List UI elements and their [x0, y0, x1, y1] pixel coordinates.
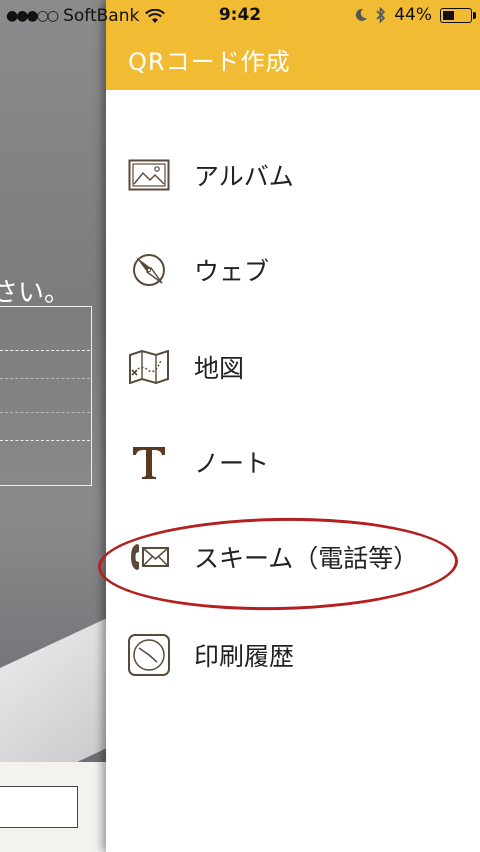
background-dashed-line — [0, 440, 90, 441]
menu-item-map[interactable]: 地図 — [106, 337, 480, 397]
background-frame — [0, 306, 92, 486]
menu-item-label: ウェブ — [194, 257, 270, 286]
photo-album-icon — [126, 152, 172, 198]
background-text-fragment: さい。 — [0, 278, 71, 308]
status-bar: ●●●○○ SoftBank 9:42 44% — [0, 0, 480, 32]
menu-item-label: アルバム — [194, 162, 294, 191]
battery-fill — [443, 10, 454, 20]
drawer-title: QRコード作成 — [128, 48, 291, 76]
clock-icon — [126, 632, 172, 678]
side-drawer: QRコード作成 アルバム ウェブ 地図 ノート スキーム（電話等） 印刷履歴 — [106, 0, 480, 852]
menu-item-print-history[interactable]: 印刷履歴 — [106, 625, 480, 685]
moon-icon — [356, 8, 368, 21]
background-dashed-line — [0, 378, 90, 379]
menu-item-label: 印刷履歴 — [194, 642, 295, 671]
background-dashed-line — [0, 350, 90, 351]
battery-percent: 44% — [394, 5, 432, 25]
background-screen[interactable]: さい。 — [0, 0, 106, 852]
menu-item-label: 地図 — [194, 354, 245, 383]
background-dashed-line — [0, 412, 90, 413]
menu-item-web[interactable]: ウェブ — [106, 240, 480, 300]
text-T-icon — [126, 439, 172, 485]
menu-item-album[interactable]: アルバム — [106, 145, 480, 205]
menu-item-note[interactable]: ノート — [106, 432, 480, 492]
bluetooth-icon — [376, 7, 386, 23]
battery-icon — [440, 7, 476, 23]
map-icon — [126, 344, 172, 390]
menu-item-label: ノート — [194, 449, 270, 478]
compass-icon — [126, 247, 172, 293]
qr-note-icon — [0, 786, 78, 828]
